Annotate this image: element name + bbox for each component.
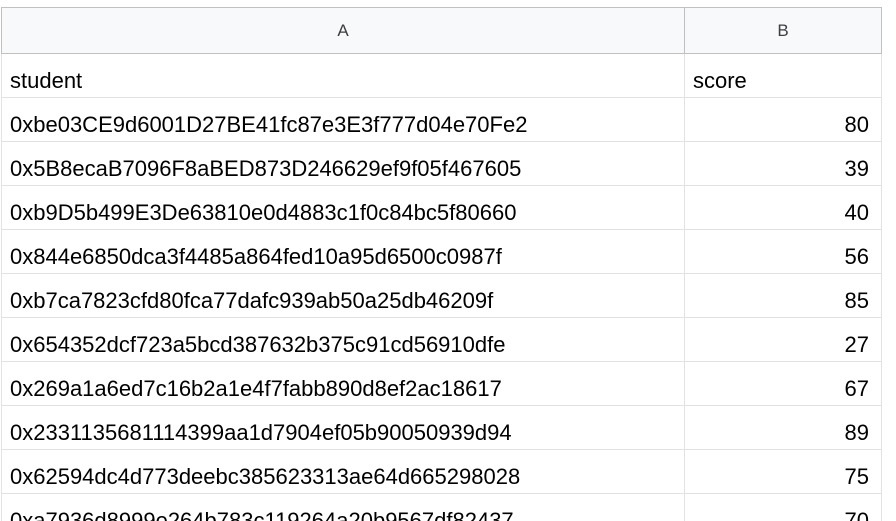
cell-a1-student-label[interactable]: student (1, 53, 685, 98)
student-cell[interactable]: 0x5B8ecaB7096F8aBED873D246629ef9f05f4676… (1, 141, 685, 186)
table-row: 0x654352dcf723a5bcd387632b375c91cd56910d… (1, 317, 882, 362)
score-cell[interactable]: 89 (684, 405, 882, 450)
student-cell[interactable]: 0x654352dcf723a5bcd387632b375c91cd56910d… (1, 317, 685, 362)
table-row: 0x5B8ecaB7096F8aBED873D246629ef9f05f4676… (1, 141, 882, 186)
table-row: 0x269a1a6ed7c16b2a1e4f7fabb890d8ef2ac186… (1, 361, 882, 406)
table-row: 0x2331135681114399aa1d7904ef05b90050939d… (1, 405, 882, 450)
table-row: 0x844e6850dca3f4485a864fed10a95d6500c098… (1, 229, 882, 274)
column-header-row: A B (1, 7, 882, 54)
score-cell[interactable]: 56 (684, 229, 882, 274)
column-header-a[interactable]: A (1, 7, 685, 54)
score-cell[interactable]: 39 (684, 141, 882, 186)
table-row: 0xbe03CE9d6001D27BE41fc87e3E3f777d04e70F… (1, 97, 882, 142)
student-cell[interactable]: 0xbe03CE9d6001D27BE41fc87e3E3f777d04e70F… (1, 97, 685, 142)
data-table: A B student score 0xbe03CE9d6001D27BE41f… (1, 7, 882, 521)
score-cell[interactable]: 40 (684, 185, 882, 230)
score-cell[interactable]: 80 (684, 97, 882, 142)
table-row: 0x62594dc4d773deebc385623313ae64d6652980… (1, 449, 882, 494)
score-cell[interactable]: 85 (684, 273, 882, 318)
cell-b1-score-label[interactable]: score (684, 53, 882, 98)
score-cell[interactable]: 67 (684, 361, 882, 406)
student-cell[interactable]: 0xb9D5b499E3De63810e0d4883c1f0c84bc5f806… (1, 185, 685, 230)
score-cell[interactable]: 75 (684, 449, 882, 494)
table-row: 0xb9D5b499E3De63810e0d4883c1f0c84bc5f806… (1, 185, 882, 230)
student-cell[interactable]: 0x269a1a6ed7c16b2a1e4f7fabb890d8ef2ac186… (1, 361, 685, 406)
spreadsheet-grid: A B student score 0xbe03CE9d6001D27BE41f… (0, 7, 896, 521)
student-cell[interactable]: 0xb7ca7823cfd80fca77dafc939ab50a25db4620… (1, 273, 685, 318)
column-header-b[interactable]: B (684, 7, 882, 54)
table-row: 0xa7936d8999e264b783c119264a20b9567df824… (1, 493, 882, 521)
header-data-row: student score (1, 53, 882, 98)
student-cell[interactable]: 0x62594dc4d773deebc385623313ae64d6652980… (1, 449, 685, 494)
student-cell[interactable]: 0x844e6850dca3f4485a864fed10a95d6500c098… (1, 229, 685, 274)
student-cell[interactable]: 0x2331135681114399aa1d7904ef05b90050939d… (1, 405, 685, 450)
score-cell[interactable]: 27 (684, 317, 882, 362)
table-row: 0xb7ca7823cfd80fca77dafc939ab50a25db4620… (1, 273, 882, 318)
score-cell[interactable]: 70 (684, 493, 882, 521)
student-cell[interactable]: 0xa7936d8999e264b783c119264a20b9567df824… (1, 493, 685, 521)
